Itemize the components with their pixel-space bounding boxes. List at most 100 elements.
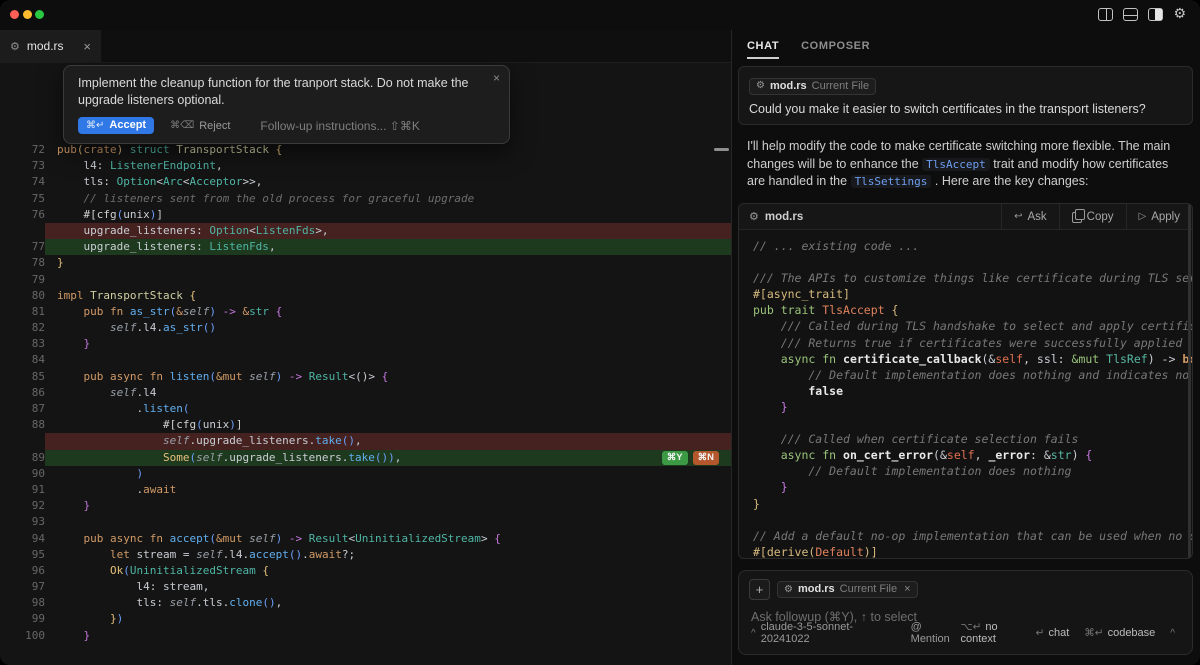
diff-hunk-badges: ⌘Y ⌘N [662, 451, 719, 465]
editor-body: 72pub(crate) struct TransportStack {73 l… [0, 62, 731, 665]
code-line-text [753, 254, 1192, 270]
code-line: // Default implementation does nothing a… [753, 367, 1192, 383]
code-line: false [753, 383, 1192, 399]
tab-mod-rs[interactable]: ⚙ mod.rs × [0, 30, 102, 62]
inline-code-chip: TlsAccept [922, 158, 990, 171]
code-line: 78} [0, 255, 731, 271]
line-number: 98 [0, 595, 45, 611]
context-file-pill[interactable]: ⚙ mod.rs Current File [749, 78, 876, 95]
inline-edit-prompt: Implement the cleanup function for the t… [78, 75, 492, 109]
code-line: /// Called during TLS handshake to selec… [753, 318, 1192, 334]
code-line: self.upgrade_listeners.take(), [0, 433, 731, 449]
tab-bar: ⚙ mod.rs × [0, 30, 731, 63]
rust-file-icon: ⚙ [749, 210, 759, 223]
apply-button[interactable]: ▷ Apply [1126, 204, 1192, 229]
line-number: 93 [0, 514, 45, 530]
tab-close-icon[interactable]: × [83, 39, 91, 54]
code-line-text [753, 512, 1192, 528]
copy-button[interactable]: Copy [1059, 204, 1126, 229]
code-line-text: } [45, 255, 731, 271]
panel-right-icon[interactable] [1148, 8, 1163, 21]
reject-hunk-badge[interactable]: ⌘N [693, 451, 719, 465]
code-line [753, 512, 1192, 528]
code-line: // Default implementation does nothing [753, 463, 1192, 479]
tab-chat[interactable]: CHAT [747, 40, 779, 59]
code-line-text: pub async fn accept(&mut self) -> Result… [45, 531, 731, 547]
line-number: 73 [0, 158, 45, 174]
popup-close-icon[interactable]: × [493, 71, 500, 85]
code-line: 89 Some(self.upgrade_listeners.take()),⌘… [0, 450, 731, 466]
code-line: async fn on_cert_error(&self, _error: &s… [753, 447, 1192, 463]
accept-button[interactable]: ⌘↵ Accept [78, 117, 154, 134]
send-chat-button[interactable]: ↵chat [1036, 627, 1070, 639]
split-rows-icon[interactable] [1123, 8, 1138, 21]
code-line-text: async fn on_cert_error(&self, _error: &s… [753, 447, 1192, 463]
code-line-text: tls: self.tls.clone(), [45, 595, 731, 611]
minimize-window-button[interactable] [23, 10, 32, 19]
code-line-text: .await [45, 482, 731, 498]
split-columns-icon[interactable] [1098, 8, 1113, 21]
code-line: 94 pub async fn accept(&mut self) -> Res… [0, 531, 731, 547]
code-line-text: // listeners sent from the old process f… [45, 191, 731, 207]
settings-gear-icon[interactable]: ⚙ [1173, 8, 1186, 21]
code-line: 86 self.l4 [0, 385, 731, 401]
editor-pane: ⚙ mod.rs × 72pub(crate) struct Transport… [0, 30, 731, 665]
line-number: 74 [0, 174, 45, 190]
main-split: ⚙ mod.rs × 72pub(crate) struct Transport… [0, 30, 1200, 665]
code-line-text: /// Called when certificate selection fa… [753, 431, 1192, 447]
line-number: 99 [0, 611, 45, 627]
code-line-text: }) [45, 611, 731, 627]
code-line-text: self.upgrade_listeners.take(), [45, 433, 731, 449]
code-line: // Add a default no-op implementation th… [753, 528, 1192, 544]
chat-tabs: CHAT COMPOSER [747, 40, 870, 59]
mention-button[interactable]: @ Mention [911, 621, 961, 645]
code-line: 99 }) [0, 611, 731, 627]
line-number: 89 [0, 450, 45, 466]
model-selector[interactable]: claude-3-5-sonnet-20241022 [761, 621, 893, 645]
close-window-button[interactable] [10, 10, 19, 19]
code-line: } [753, 399, 1192, 415]
codebase-chevron-icon: ^ [1170, 628, 1175, 639]
code-line-text: pub async fn listen(&mut self) -> Result… [45, 369, 731, 385]
code-line-text: self.l4.as_str() [45, 320, 731, 336]
chat-pane: CHAT COMPOSER ⚙ mod.rs Current File Coul… [731, 30, 1200, 665]
no-context-button[interactable]: ⌥↵no context [961, 621, 1021, 645]
code-line: 75 // listeners sent from the old proces… [0, 191, 731, 207]
rust-file-icon: ⚙ [10, 40, 20, 53]
chat-input-card: + ⚙ mod.rs Current File × Ask followup (… [738, 570, 1193, 655]
code-line-text: // Default implementation does nothing [753, 463, 1192, 479]
code-block-header: ⚙ mod.rs ↩ Ask Copy ▷ Apply [739, 204, 1192, 230]
editor-scrollbar-handle[interactable] [714, 148, 729, 151]
code-line: 72pub(crate) struct TransportStack { [0, 142, 731, 158]
line-number: 96 [0, 563, 45, 579]
code-line-text: pub fn as_str(&self) -> &str { [45, 304, 731, 320]
zoom-window-button[interactable] [35, 10, 44, 19]
code-line: 81 pub fn as_str(&self) -> &str { [0, 304, 731, 320]
code-line: 87 .listen( [0, 401, 731, 417]
code-line: 82 self.l4.as_str() [0, 320, 731, 336]
tab-composer[interactable]: COMPOSER [801, 40, 870, 59]
code-line: 74 tls: Option<Arc<Acceptor>>, [0, 174, 731, 190]
remove-context-icon[interactable]: × [904, 583, 910, 595]
ask-button[interactable]: ↩ Ask [1001, 204, 1059, 229]
add-context-button[interactable]: + [749, 579, 770, 600]
code-line-text: } [753, 479, 1192, 495]
accept-hunk-badge[interactable]: ⌘Y [662, 451, 688, 465]
line-number: 77 [0, 239, 45, 255]
play-icon: ▷ [1139, 211, 1147, 222]
followup-instructions-button[interactable]: Follow-up instructions... ⇧⌘K [260, 119, 419, 133]
code-line: /// Called when certificate selection fa… [753, 431, 1192, 447]
line-number: 81 [0, 304, 45, 320]
code-block-body[interactable]: // ... existing code .../// The APIs to … [739, 230, 1192, 559]
line-number: 75 [0, 191, 45, 207]
line-number: 100 [0, 628, 45, 644]
context-file-pill[interactable]: ⚙ mod.rs Current File × [777, 581, 918, 598]
code-line: /// Returns true if certificates were su… [753, 335, 1192, 351]
editor-code-area[interactable]: 72pub(crate) struct TransportStack {73 l… [0, 62, 731, 644]
reject-button[interactable]: ⌘⌫ Reject [170, 120, 230, 132]
code-line-text: upgrade_listeners: Option<ListenFds>, [45, 223, 731, 239]
code-line-text: // Add a default no-op implementation th… [753, 528, 1192, 544]
send-codebase-button[interactable]: ⌘↵codebase [1084, 627, 1155, 639]
code-block-scrollbar[interactable] [1188, 204, 1191, 558]
send-options: ⌥↵no context ↵chat ⌘↵codebase ^ [961, 621, 1181, 645]
